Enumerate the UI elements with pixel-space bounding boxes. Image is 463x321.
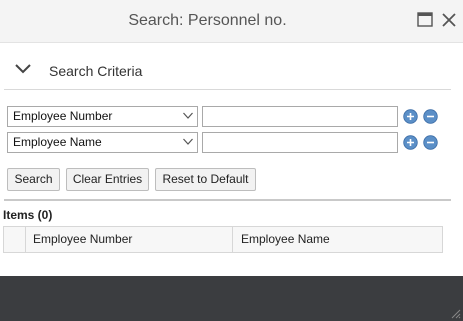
dialog-titlebar: Search: Personnel no.	[0, 0, 463, 43]
dropdown-caret-icon	[183, 138, 193, 145]
criteria-field-select[interactable]: Employee Number	[7, 106, 198, 127]
criteria-field-value: Employee Number	[13, 109, 113, 123]
criteria-value-input[interactable]	[202, 132, 398, 153]
criteria-row: Employee Number	[7, 106, 452, 128]
items-count-title: Items (0)	[3, 208, 53, 222]
close-icon[interactable]	[440, 11, 458, 29]
criteria-value-input[interactable]	[202, 106, 398, 127]
maximize-icon[interactable]	[416, 11, 434, 29]
select-all-column[interactable]	[4, 227, 26, 252]
column-header-employee-number[interactable]: Employee Number	[26, 227, 233, 252]
remove-icon[interactable]	[423, 135, 438, 150]
search-criteria-toggle[interactable]: Search Criteria	[14, 59, 454, 83]
add-icon[interactable]	[403, 109, 418, 124]
results-table-header: Employee Number Employee Name	[3, 226, 443, 253]
search-criteria-label: Search Criteria	[49, 63, 143, 79]
dropdown-caret-icon	[183, 112, 193, 119]
divider	[4, 199, 451, 201]
resize-grip-icon[interactable]	[449, 307, 461, 319]
criteria-row: Employee Name	[7, 132, 452, 154]
dialog-footer	[0, 276, 463, 321]
chevron-down-icon	[15, 64, 31, 74]
search-button[interactable]: Search	[7, 168, 60, 191]
divider	[4, 89, 451, 90]
add-icon[interactable]	[403, 135, 418, 150]
dialog-title: Search: Personnel no.	[128, 12, 287, 29]
criteria-field-value: Employee Name	[13, 135, 102, 149]
clear-entries-button[interactable]: Clear Entries	[66, 168, 149, 191]
remove-icon[interactable]	[423, 109, 438, 124]
criteria-field-select[interactable]: Employee Name	[7, 132, 198, 153]
reset-to-default-button[interactable]: Reset to Default	[155, 168, 256, 191]
column-header-employee-name[interactable]: Employee Name	[234, 227, 442, 252]
